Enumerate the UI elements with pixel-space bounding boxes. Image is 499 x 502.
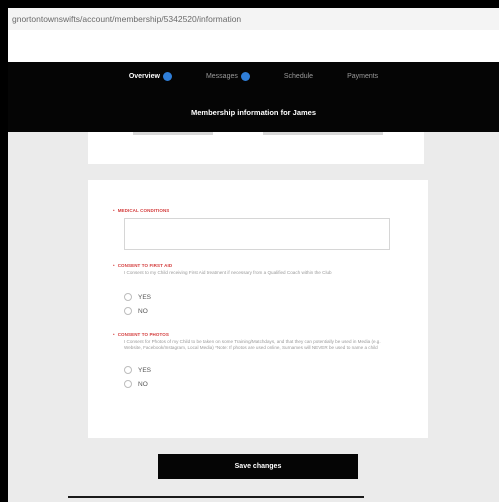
photos-help-text: I Consent for Photos of my Child to be t…	[124, 339, 381, 350]
browser-url-bar[interactable]: gnortontownswifts/account/membership/534…	[8, 8, 499, 30]
medical-conditions-label-text: MEDICAL CONDITIONS	[117, 208, 170, 213]
radio-circle-icon	[124, 293, 132, 301]
first-aid-no-label: NO	[138, 307, 148, 315]
previous-section-card	[88, 132, 424, 164]
first-aid-no-radio[interactable]: NO	[124, 307, 148, 315]
page-title: Membership information for James	[190, 108, 317, 117]
photos-label-text: CONSENT TO PHOTOS	[117, 332, 169, 337]
photos-no-radio[interactable]: NO	[124, 380, 148, 388]
tab-overview[interactable]: Overview	[129, 72, 172, 81]
browser-strip	[8, 30, 499, 62]
required-marker: •	[113, 263, 115, 268]
field-border	[133, 132, 213, 135]
notification-badge-icon	[162, 72, 172, 81]
first-aid-help-text: I Consent to my Child receiving First Ai…	[124, 270, 332, 275]
first-aid-yes-label: YES	[138, 293, 152, 301]
notification-badge-icon	[240, 72, 250, 81]
medical-conditions-field[interactable]	[124, 218, 390, 250]
first-aid-yes-radio[interactable]: YES	[124, 293, 151, 301]
radio-circle-icon	[124, 307, 132, 315]
first-aid-label-text: CONSENT TO FIRST AID	[117, 263, 173, 268]
photos-no-label: NO	[138, 380, 148, 388]
tab-payments-label: Payments	[347, 73, 379, 80]
content-area: • MEDICAL CONDITIONS • CONSENT TO FIRST AI…	[8, 132, 499, 502]
membership-form-card: • MEDICAL CONDITIONS • CONSENT TO FIRST AI…	[88, 180, 428, 438]
required-marker: •	[113, 208, 115, 213]
required-marker: •	[113, 332, 115, 337]
medical-conditions-label: • MEDICAL CONDITIONS	[113, 208, 169, 213]
save-changes-button[interactable]: Save changes	[158, 454, 358, 479]
photos-yes-label: YES	[138, 366, 152, 374]
first-aid-label: • CONSENT TO FIRST AID	[113, 263, 172, 268]
tab-schedule-label: Schedule	[283, 73, 314, 80]
tab-overview-label: Overview	[128, 73, 160, 80]
top-navigation: Overview Messages Schedule Payments Memb…	[8, 62, 499, 132]
tab-messages[interactable]: Messages	[206, 72, 250, 81]
bottom-divider	[68, 496, 364, 498]
url-text: gnortontownswifts/account/membership/534…	[12, 14, 242, 24]
tab-messages-label: Messages	[205, 73, 238, 80]
tab-schedule[interactable]: Schedule	[284, 72, 313, 81]
tabs: Overview Messages Schedule Payments	[8, 72, 499, 81]
tab-payments[interactable]: Payments	[347, 72, 378, 81]
radio-circle-icon	[124, 366, 132, 374]
photos-label: • CONSENT TO PHOTOS	[113, 332, 169, 337]
radio-circle-icon	[124, 380, 132, 388]
field-border	[263, 132, 383, 135]
photos-yes-radio[interactable]: YES	[124, 366, 151, 374]
